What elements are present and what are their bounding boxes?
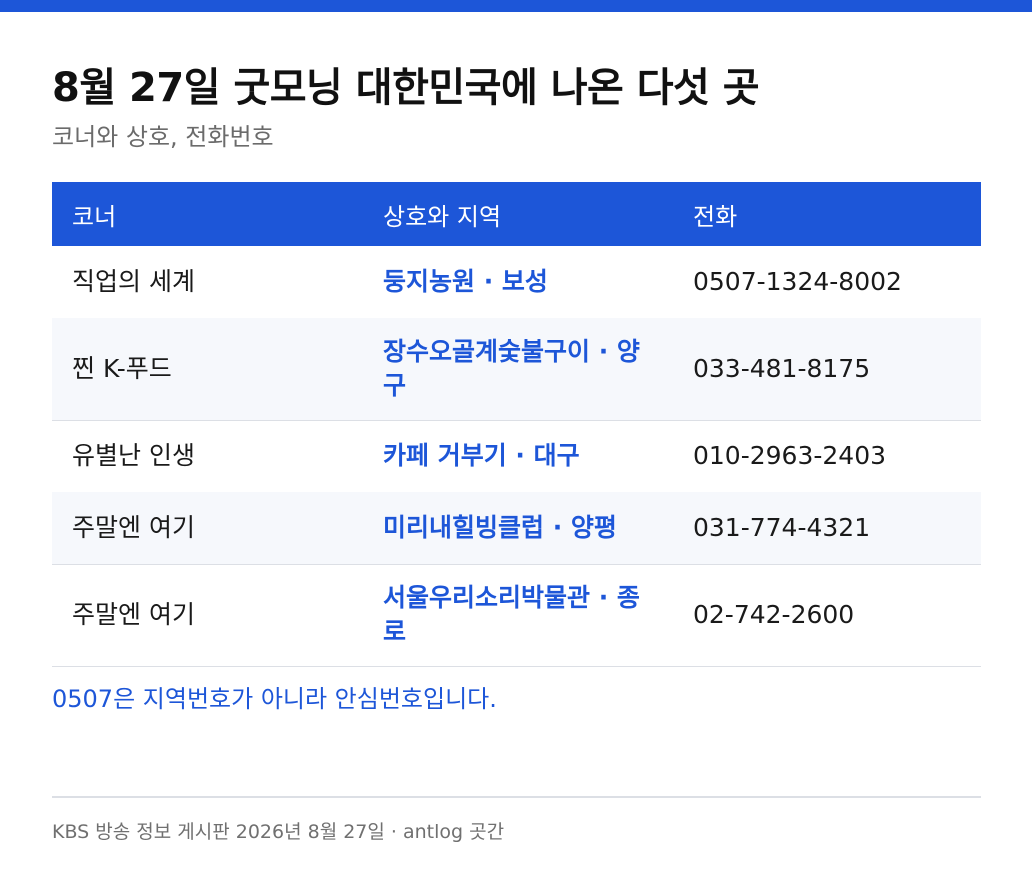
page-title: 8월 27일 굿모닝 대한민국에 나온 다섯 곳 bbox=[52, 65, 760, 111]
safe-number-note: 0507은 지역번호가 아니라 안심번호입니다. bbox=[52, 685, 497, 713]
table-row: 직업의 세계 둥지농원 · 보성 0507-1324-8002 bbox=[52, 246, 981, 318]
phone-cell: 010-2963-2403 bbox=[673, 420, 981, 492]
phone-cell: 031-774-4321 bbox=[673, 492, 981, 565]
phone-cell: 033-481-8175 bbox=[673, 318, 981, 421]
corner-cell: 주말엔 여기 bbox=[52, 492, 363, 565]
table-row: 주말엔 여기 서울우리소리박물관 · 종로 02-742-2600 bbox=[52, 564, 981, 667]
table-row: 유별난 인생 카페 거부기 · 대구 010-2963-2403 bbox=[52, 420, 981, 492]
phone-cell: 02-742-2600 bbox=[673, 564, 981, 667]
header-corner: 코너 bbox=[52, 182, 363, 246]
store-table: 코너 상호와 지역 전화 직업의 세계 둥지농원 · 보성 0507-1324-… bbox=[52, 182, 981, 667]
store-cell: 미리내힐빙클럽 · 양평 bbox=[363, 492, 673, 565]
footer-divider bbox=[52, 796, 981, 798]
store-cell: 장수오골계숯불구이 · 양구 bbox=[363, 318, 673, 421]
page-subtitle: 코너와 상호, 전화번호 bbox=[52, 123, 274, 151]
store-cell: 카페 거부기 · 대구 bbox=[363, 420, 673, 492]
corner-cell: 주말엔 여기 bbox=[52, 564, 363, 667]
store-cell: 서울우리소리박물관 · 종로 bbox=[363, 564, 673, 667]
corner-cell: 직업의 세계 bbox=[52, 246, 363, 318]
table-row: 찐 K-푸드 장수오골계숯불구이 · 양구 033-481-8175 bbox=[52, 318, 981, 421]
corner-cell: 유별난 인생 bbox=[52, 420, 363, 492]
store-cell: 둥지농원 · 보성 bbox=[363, 246, 673, 318]
corner-cell: 찐 K-푸드 bbox=[52, 318, 363, 421]
header-phone: 전화 bbox=[673, 182, 981, 246]
footer-credit: KBS 방송 정보 게시판 2026년 8월 27일 · antlog 곳간 bbox=[52, 821, 505, 843]
table-header-row: 코너 상호와 지역 전화 bbox=[52, 182, 981, 246]
header-store: 상호와 지역 bbox=[363, 182, 673, 246]
table-row: 주말엔 여기 미리내힐빙클럽 · 양평 031-774-4321 bbox=[52, 492, 981, 565]
top-accent-bar bbox=[0, 0, 1032, 12]
phone-cell: 0507-1324-8002 bbox=[673, 246, 981, 318]
